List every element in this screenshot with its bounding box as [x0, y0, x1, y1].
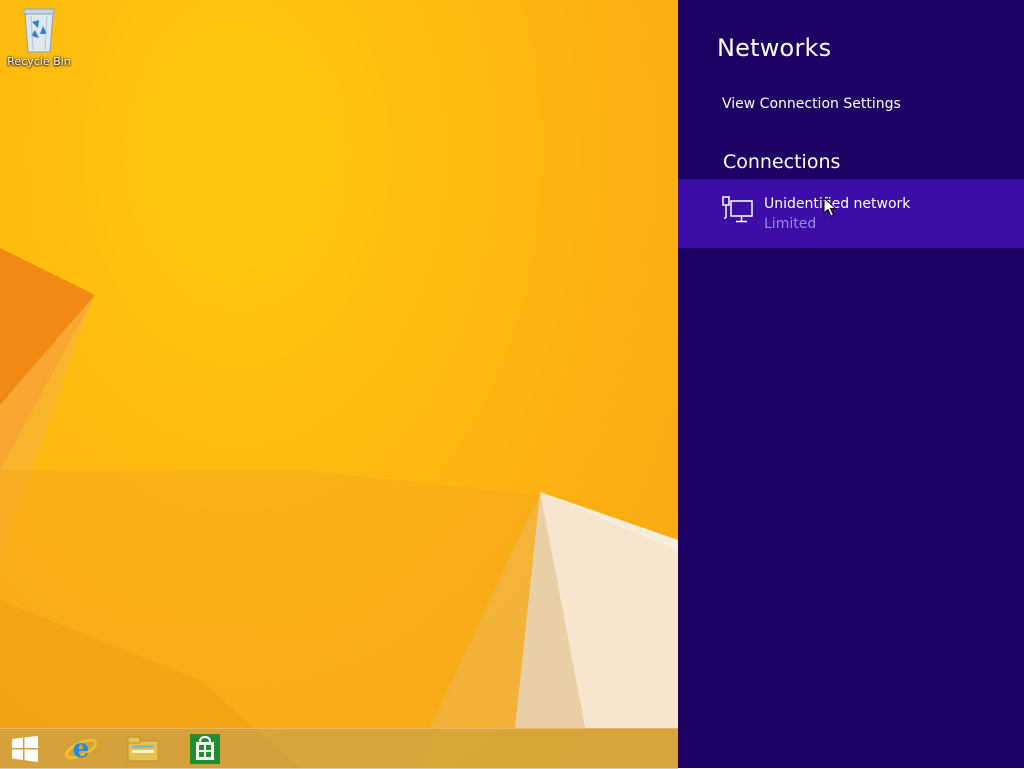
windows-start-icon	[12, 736, 38, 762]
connection-name: Unidentified network	[764, 196, 911, 212]
desktop[interactable]: Recycle Bin	[0, 0, 678, 768]
wired-network-icon	[722, 196, 753, 223]
connection-status: Limited	[764, 216, 817, 232]
recycle-bin-shortcut[interactable]: Recycle Bin	[4, 6, 74, 68]
view-connection-settings-link[interactable]: View Connection Settings	[722, 96, 901, 112]
file-explorer-button[interactable]	[118, 729, 168, 769]
taskbar: e	[0, 728, 678, 769]
panel-title: Networks	[717, 34, 832, 62]
file-explorer-icon	[127, 736, 159, 762]
internet-explorer-button[interactable]: e	[56, 729, 106, 769]
recycle-bin-label: Recycle Bin	[7, 55, 71, 68]
store-button[interactable]	[180, 729, 230, 769]
mouse-cursor-icon	[823, 197, 837, 217]
recycle-bin-icon	[19, 6, 59, 54]
connections-heading: Connections	[723, 151, 841, 173]
start-button[interactable]	[0, 729, 50, 769]
store-icon	[190, 734, 220, 764]
svg-text:e: e	[73, 734, 90, 764]
connection-item[interactable]: Unidentified network Limited	[678, 179, 1024, 248]
internet-explorer-icon: e	[65, 734, 97, 764]
wallpaper	[0, 248, 678, 768]
networks-panel: Networks View Connection Settings Connec…	[678, 0, 1024, 768]
